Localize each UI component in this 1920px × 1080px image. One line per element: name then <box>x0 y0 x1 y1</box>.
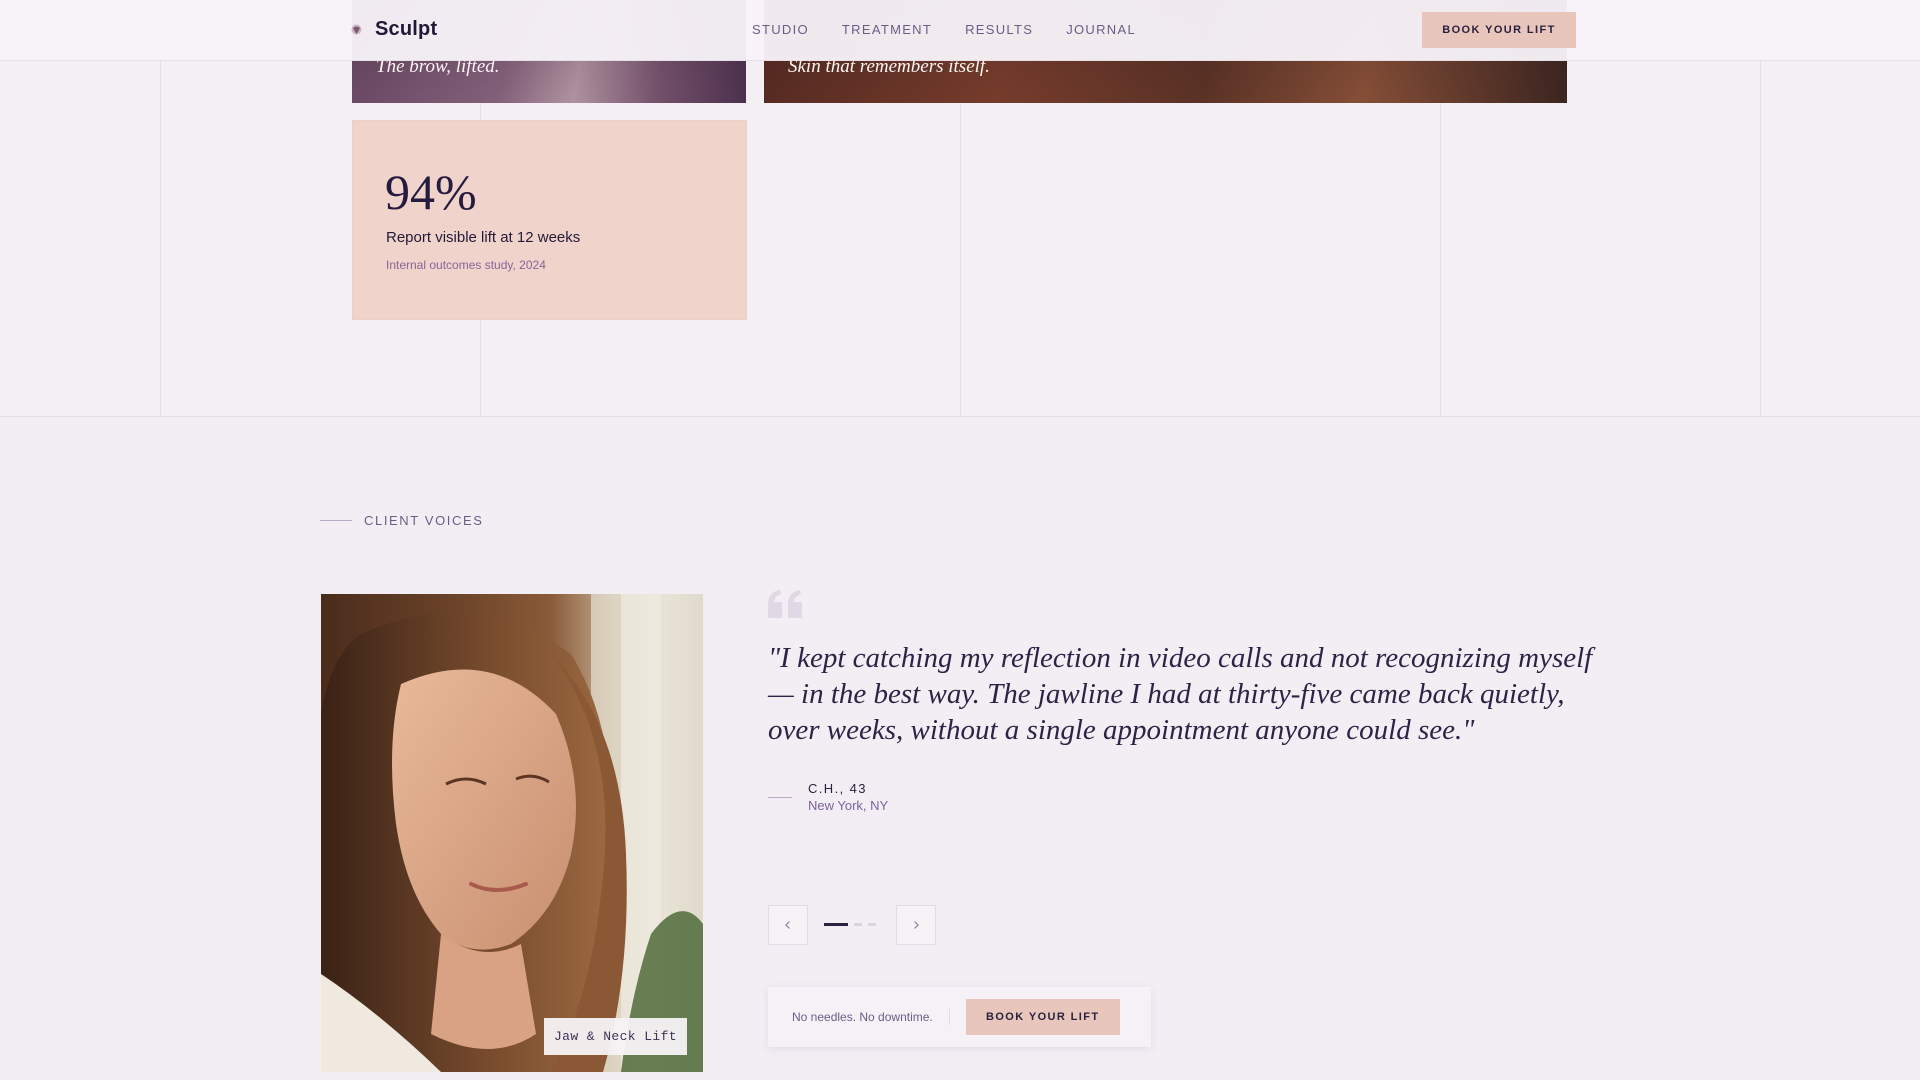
section-eyebrow: CLIENT VOICES <box>320 513 484 528</box>
carousel-indicators <box>824 923 876 926</box>
book-lift-button[interactable]: BOOK YOUR LIFT <box>965 999 1120 1035</box>
chevron-left-icon <box>785 921 790 929</box>
nav-treatment[interactable]: TREATMENT <box>842 22 932 37</box>
stat-source: Internal outcomes study, 2024 <box>386 258 546 272</box>
booking-cta-bar: No needles. No downtime. BOOK YOUR LIFT <box>768 987 1151 1047</box>
testimonial-quote: "I kept catching my reflection in video … <box>768 642 1593 746</box>
author-name: C.H., 43 <box>808 781 867 796</box>
client-portrait: Jaw & Neck Lift <box>321 594 703 1072</box>
chevron-right-icon <box>914 921 919 929</box>
portrait-illustration <box>321 594 703 1072</box>
site-header: Sculpt STUDIO TREATMENT RESULTS JOURNAL … <box>0 0 1920 61</box>
treatment-tag: Jaw & Neck Lift <box>544 1018 687 1055</box>
cta-note: No needles. No downtime. <box>792 1010 933 1024</box>
nav-journal[interactable]: JOURNAL <box>1066 22 1136 37</box>
carousel-dot-2[interactable] <box>854 923 862 926</box>
stat-value: 94% <box>385 164 477 220</box>
stat-card: 94% Report visible lift at 12 weeks Inte… <box>352 120 747 320</box>
previous-testimonial-button[interactable] <box>768 905 808 945</box>
results-grid-section: The brow, lifted. Skin that remembers it… <box>0 0 1920 417</box>
brand-name: Sculpt <box>375 18 438 40</box>
eyebrow-label: CLIENT VOICES <box>364 513 484 528</box>
main-nav: STUDIO TREATMENT RESULTS JOURNAL <box>752 22 1136 37</box>
quote-mark-icon <box>768 590 802 618</box>
testimonial-attribution: C.H., 43 New York, NY <box>768 781 888 813</box>
grid-line <box>160 0 161 417</box>
eyebrow-rule <box>320 520 352 521</box>
carousel-dot-3[interactable] <box>868 923 876 926</box>
nav-studio[interactable]: STUDIO <box>752 22 809 37</box>
nav-results[interactable]: RESULTS <box>965 22 1033 37</box>
next-testimonial-button[interactable] <box>896 905 936 945</box>
attribution-rule <box>768 797 792 798</box>
brand-logo[interactable]: Sculpt <box>350 18 437 41</box>
author-location: New York, NY <box>808 798 889 813</box>
carousel-dot-1[interactable] <box>824 923 848 926</box>
sculpt-logo-icon <box>351 24 362 35</box>
cta-divider <box>948 1009 950 1025</box>
attribution-text: C.H., 43 New York, NY <box>808 781 888 813</box>
grid-line <box>1760 0 1761 417</box>
stat-label: Report visible lift at 12 weeks <box>386 229 581 246</box>
book-lift-header-button[interactable]: BOOK YOUR LIFT <box>1422 12 1576 48</box>
